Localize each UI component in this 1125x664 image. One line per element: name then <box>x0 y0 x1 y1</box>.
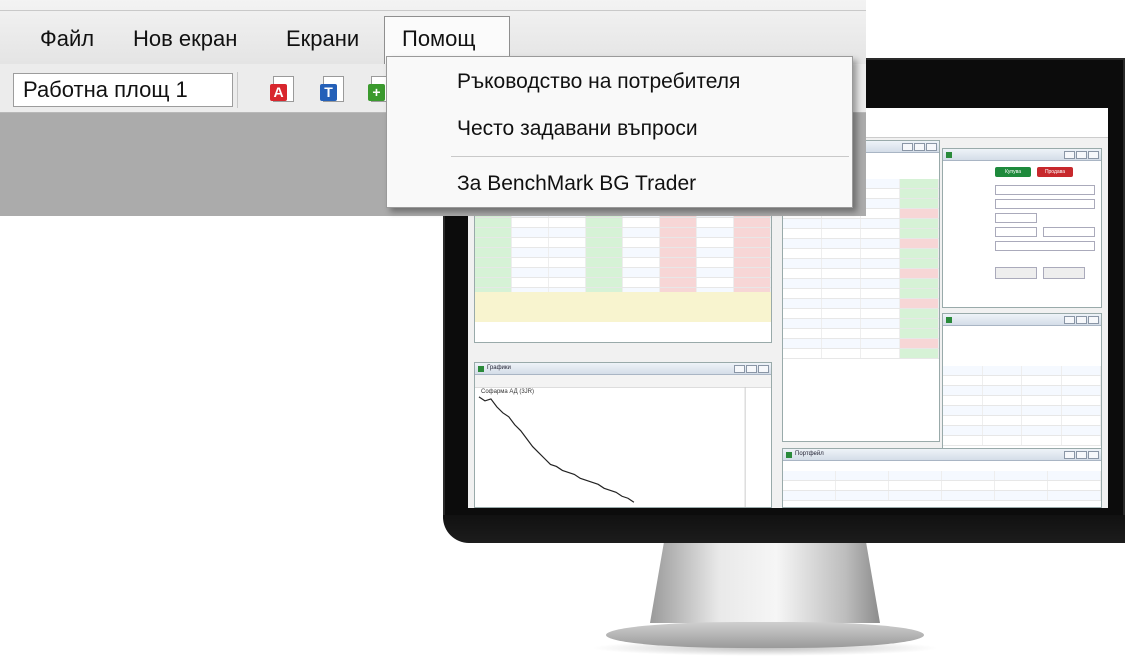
monitor-stand-neck <box>650 543 880 623</box>
toolbar-separator <box>237 72 238 108</box>
menu-screens[interactable]: Екрани <box>286 26 359 52</box>
menu-help[interactable]: Помощ <box>402 26 476 52</box>
screen-statistics-panel <box>942 313 1102 458</box>
menu-new-screen[interactable]: Нов екран <box>133 26 237 52</box>
menu-item-user-manual[interactable]: Ръководство на потребителя <box>457 69 740 95</box>
menu-item-about[interactable]: За BenchMark BG Trader <box>457 171 696 197</box>
monitor-chin <box>443 515 1125 543</box>
menu-item-faq[interactable]: Често задавани въпроси <box>457 116 698 142</box>
new-table-icon[interactable]: A <box>270 76 294 102</box>
screen-sell-button: Продава <box>1037 167 1073 177</box>
screen-portfolio-panel: Портфейл <box>782 448 1102 508</box>
workspace-tab[interactable]: Работна площ 1 <box>13 73 233 107</box>
screen-price-chart <box>478 387 746 507</box>
screen-buy-button: Купува <box>995 167 1031 177</box>
new-text-icon[interactable]: T <box>320 76 344 102</box>
menu-separator <box>451 156 849 157</box>
screen-orderbook-panel <box>474 203 772 343</box>
screen-portfolio-title: Портфейл <box>795 451 824 457</box>
screen-order-panel: Купува Продава <box>942 148 1102 308</box>
screen-chart-panel: Графики Софарма АД (3JR) <box>474 362 772 508</box>
screen-ticker-strip <box>848 108 1108 138</box>
screen-chart-title: Графики <box>487 365 511 371</box>
menu-file[interactable]: Файл <box>40 26 94 52</box>
menu-bar: Файл Нов екран Екрани Помощ <box>0 0 866 64</box>
help-dropdown-menu: Ръководство на потребителя Често задаван… <box>386 56 853 208</box>
monitor-stand-base <box>606 622 924 648</box>
